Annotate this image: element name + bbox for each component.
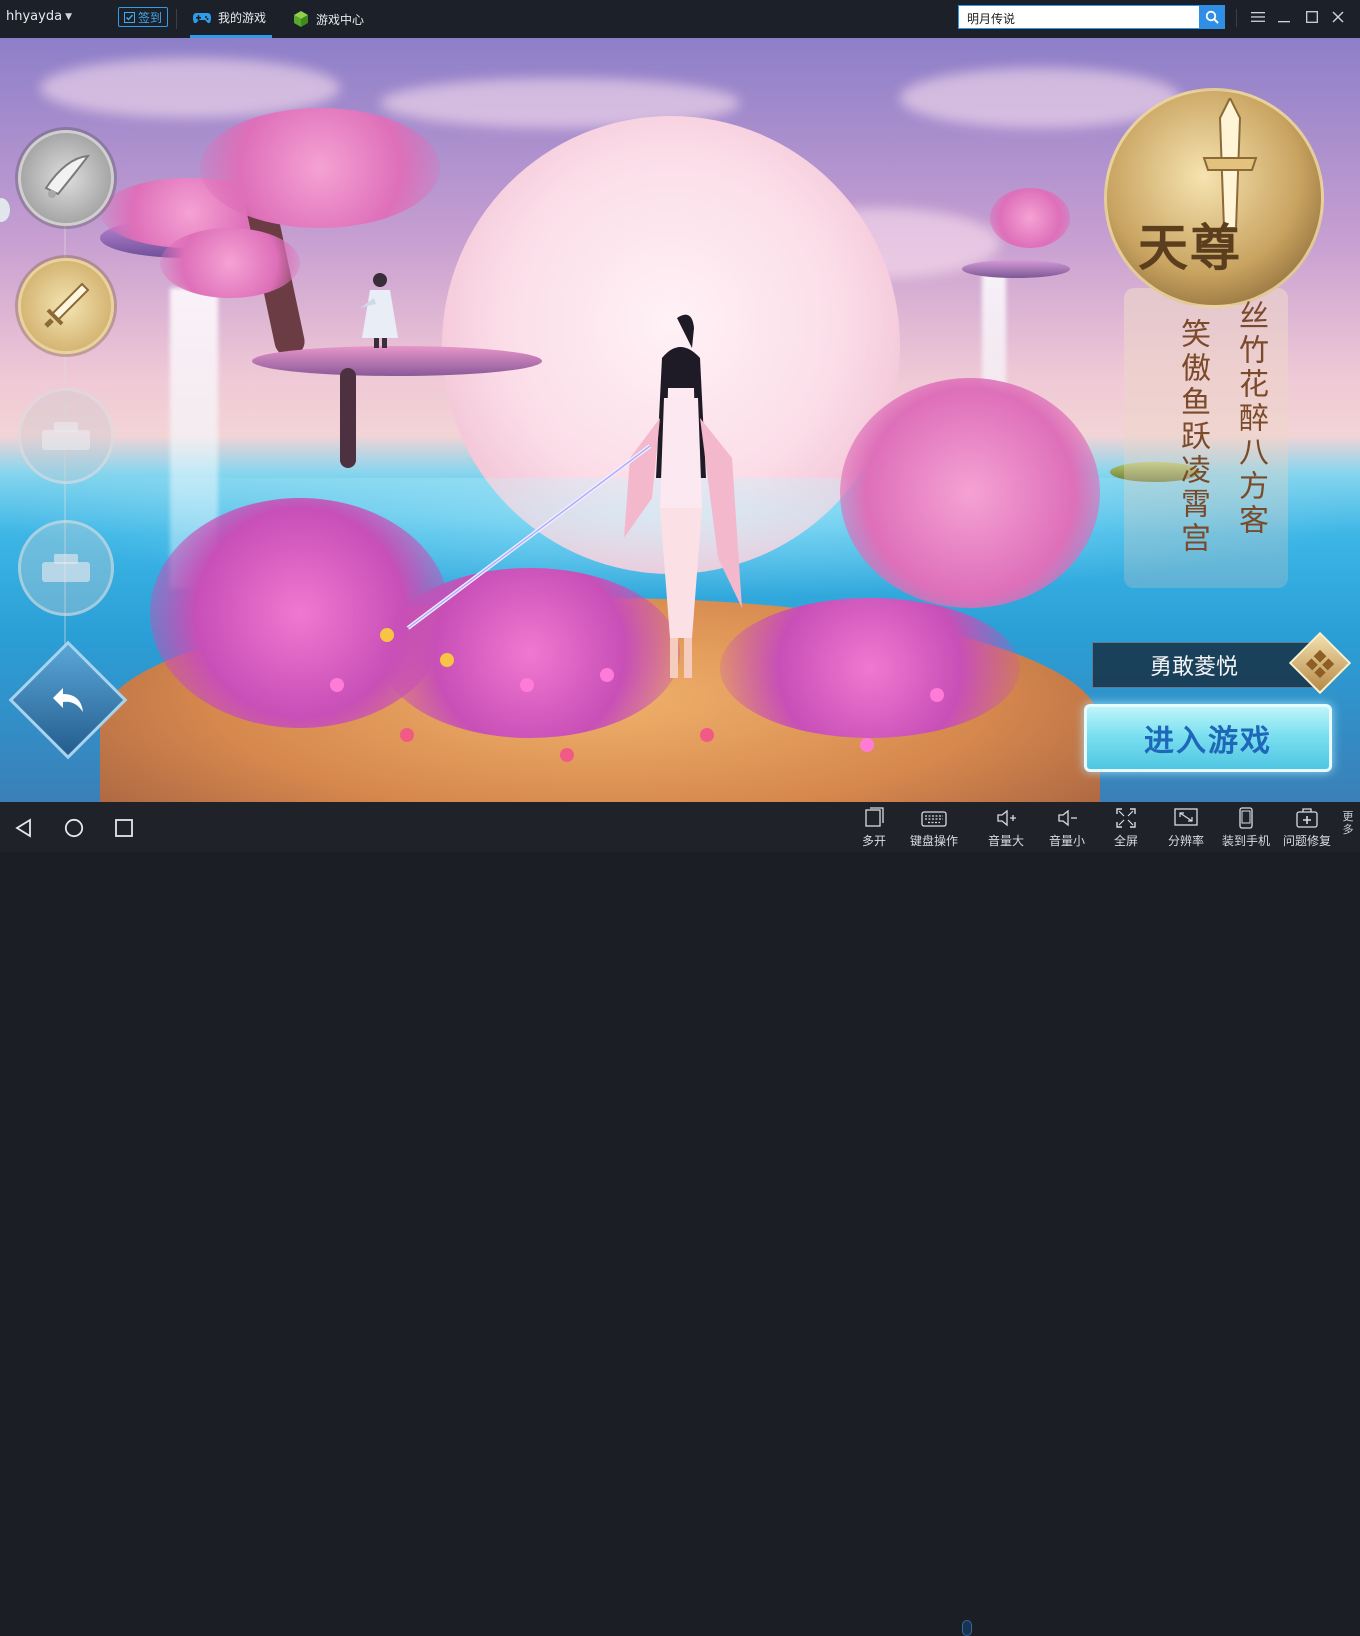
- recent-square-icon: [115, 819, 133, 837]
- keyboard-mapping-button[interactable]: 键盘操作: [910, 807, 958, 851]
- floating-island: [252, 346, 542, 376]
- phone-install-icon: [1239, 807, 1253, 829]
- flower: [380, 628, 394, 642]
- user-menu[interactable]: hhyayda ▼: [6, 9, 72, 24]
- tool-label: 键盘操作: [910, 834, 959, 848]
- minimize-button[interactable]: [1274, 6, 1294, 28]
- class-select-button-locked-1[interactable]: [18, 388, 114, 484]
- install-to-phone-button[interactable]: 装到手机: [1222, 807, 1270, 851]
- home-circle-icon: [64, 818, 84, 838]
- flower-bush: [720, 598, 1020, 738]
- title-bar: hhyayda ▼ 签到 我的游戏 游戏中心 明月传说: [0, 0, 1360, 38]
- undo-arrow-icon: [48, 680, 88, 720]
- search-icon: [1205, 10, 1219, 24]
- emblem-title: 天尊: [1138, 218, 1242, 277]
- multi-window-icon: [865, 807, 884, 827]
- chevron-down-icon: ▼: [65, 11, 72, 22]
- tree-foliage: [160, 228, 300, 298]
- flower: [520, 678, 534, 692]
- username: hhyayda: [6, 9, 63, 24]
- repair-kit-icon: [1296, 808, 1318, 828]
- scimitar-icon: [44, 154, 91, 198]
- tree-foliage: [990, 188, 1070, 248]
- volume-down-button[interactable]: 音量小: [1049, 807, 1085, 851]
- emulator-toolbar: 多开 键盘操作 音量大 音量小 全屏 分辨率 装到手机 问题修复: [0, 802, 1360, 1636]
- tab-label: 游戏中心: [316, 12, 365, 27]
- checkbox-icon: [124, 11, 135, 23]
- resolution-button[interactable]: 分辨率: [1168, 807, 1204, 851]
- banner-line-1: 丝竹花醉八方客: [1233, 300, 1268, 538]
- multi-instance-button[interactable]: 多开: [862, 807, 886, 851]
- locked-slot-icon: [42, 422, 90, 450]
- nav-recent-button[interactable]: [112, 816, 136, 840]
- tree-foliage: [200, 108, 440, 228]
- search-input[interactable]: 明月传说: [958, 5, 1200, 29]
- resolution-icon: [1174, 808, 1198, 826]
- tool-label: 装到手机: [1222, 834, 1271, 848]
- game-screen[interactable]: 天尊 丝竹花醉八方客 笑傲鱼跃凌霄宫 勇敢菱悦 进入游戏: [0, 38, 1360, 802]
- class-select-button-locked-2[interactable]: [18, 520, 114, 616]
- nav-home-button[interactable]: [62, 816, 86, 840]
- character-name: 勇敢菱悦: [1150, 655, 1239, 680]
- fullscreen-icon: [1116, 808, 1136, 828]
- tool-label: 音量小: [1049, 834, 1086, 848]
- keyboard-toggle-icon[interactable]: [962, 1620, 972, 1636]
- tab-my-games[interactable]: 我的游戏: [190, 0, 272, 38]
- class-select-button-2[interactable]: [18, 258, 114, 354]
- sword-icon: [44, 282, 90, 328]
- hero-character: [360, 273, 398, 348]
- tool-label: 分辨率: [1168, 834, 1205, 848]
- floating-island: [962, 260, 1070, 278]
- search-button[interactable]: [1199, 5, 1225, 29]
- fullscreen-button[interactable]: 全屏: [1114, 807, 1138, 851]
- volume-down-icon: [1058, 809, 1077, 827]
- volume-up-icon: [997, 809, 1016, 827]
- keyboard-icon: [921, 811, 947, 827]
- signin-label: 签到: [138, 10, 163, 25]
- volume-up-button[interactable]: 音量大: [988, 807, 1024, 851]
- hamburger-icon: [1251, 12, 1265, 22]
- flower: [330, 678, 344, 692]
- back-triangle-icon: [15, 818, 31, 838]
- tab-game-center[interactable]: 游戏中心: [288, 0, 368, 38]
- more-button[interactable]: 更多: [1341, 810, 1355, 836]
- nav-back-button[interactable]: [12, 816, 36, 840]
- flower: [560, 748, 574, 762]
- gamepad-icon: [193, 12, 211, 23]
- island-roots: [340, 368, 356, 468]
- enter-game-label: 进入游戏: [1144, 724, 1272, 759]
- tool-label: 全屏: [1114, 834, 1139, 848]
- divider: [176, 9, 177, 29]
- tab-label: 我的游戏: [218, 11, 267, 25]
- flower: [930, 688, 944, 702]
- menu-button[interactable]: [1248, 6, 1268, 28]
- problem-repair-button[interactable]: 问题修复: [1283, 807, 1331, 851]
- maximize-button[interactable]: [1302, 6, 1322, 28]
- side-bubble[interactable]: [0, 198, 10, 222]
- locked-slot-icon: [42, 554, 90, 582]
- flower: [440, 653, 454, 667]
- minimize-icon: [1278, 21, 1290, 23]
- sword: [406, 444, 652, 630]
- flower: [600, 668, 614, 682]
- maximize-icon: [1306, 11, 1318, 23]
- tool-label: 音量大: [988, 834, 1025, 848]
- tree-foliage: [840, 378, 1100, 608]
- close-icon: [1332, 11, 1344, 23]
- signin-button[interactable]: 签到: [118, 7, 169, 27]
- cube-icon: [294, 11, 308, 27]
- class-select-button-1[interactable]: [18, 130, 114, 226]
- divider: [1236, 9, 1237, 27]
- enter-game-button[interactable]: 进入游戏: [1084, 704, 1332, 772]
- flower: [860, 738, 874, 752]
- tool-label: 多开: [862, 834, 887, 848]
- flower: [700, 728, 714, 742]
- tool-label: 问题修复: [1283, 834, 1332, 848]
- close-button[interactable]: [1328, 6, 1348, 28]
- banner-line-2: 笑傲鱼跃凌霄宫: [1175, 318, 1210, 556]
- flower: [400, 728, 414, 742]
